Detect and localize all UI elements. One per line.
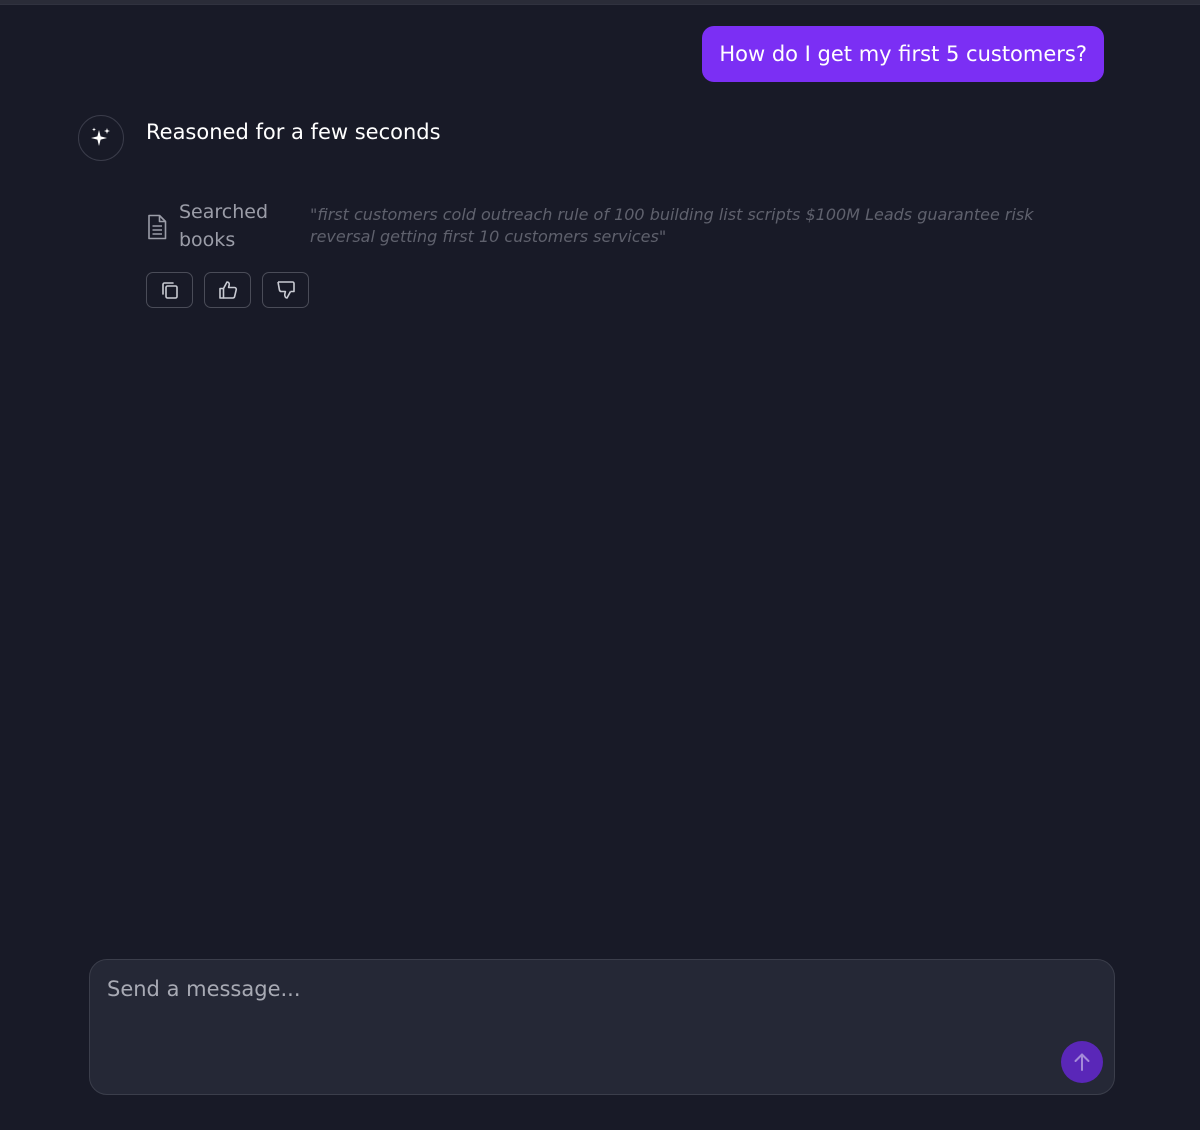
tool-call-label: Searched books bbox=[179, 201, 269, 251]
reasoning-summary[interactable]: Reasoned for a few seconds bbox=[146, 117, 441, 147]
message-composer bbox=[89, 959, 1115, 1095]
thumbs-up-button[interactable] bbox=[204, 272, 251, 308]
thumbs-up-icon bbox=[218, 281, 237, 299]
assistant-avatar bbox=[78, 115, 124, 161]
user-message-text: How do I get my first 5 customers? bbox=[719, 42, 1087, 66]
window-top-border bbox=[0, 0, 1200, 5]
arrow-up-icon bbox=[1074, 1053, 1090, 1071]
sparkles-icon bbox=[91, 127, 110, 146]
copy-icon bbox=[161, 282, 178, 299]
thumbs-down-button[interactable] bbox=[262, 272, 309, 308]
tool-call-query: "first customers cold outreach rule of 1… bbox=[310, 205, 1034, 246]
user-message-bubble: How do I get my first 5 customers? bbox=[702, 26, 1104, 82]
document-icon bbox=[148, 214, 167, 240]
thumbs-down-icon bbox=[276, 281, 295, 299]
copy-button[interactable] bbox=[146, 272, 193, 308]
message-actions bbox=[146, 272, 309, 308]
message-input[interactable] bbox=[107, 974, 1047, 1074]
send-button[interactable] bbox=[1061, 1041, 1103, 1083]
